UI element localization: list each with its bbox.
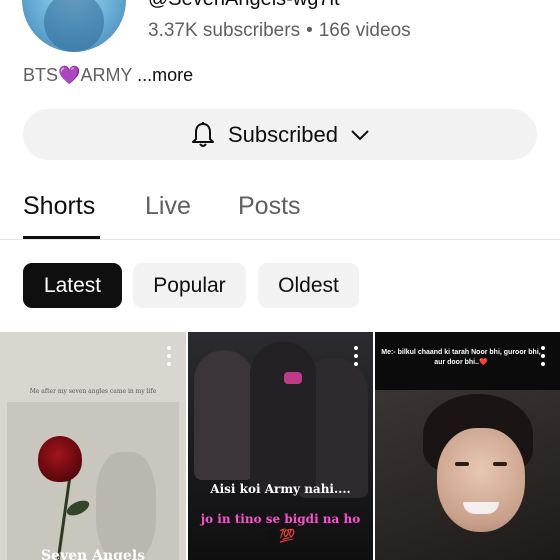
purple-heart-icon: 💜 xyxy=(58,65,81,85)
channel-description[interactable]: BTS💜ARMY ...more xyxy=(23,65,193,86)
description-prefix: BTS xyxy=(23,65,59,85)
portrait-eye-left xyxy=(455,462,469,466)
short-1-top-text: Me after my seven angles came in my life xyxy=(29,388,157,395)
subscribed-button[interactable]: Subscribed xyxy=(23,109,537,160)
more-options-icon[interactable] xyxy=(166,346,172,366)
chip-latest[interactable]: Latest xyxy=(23,263,122,308)
short-3-top-text: Me:- bilkul chaand ki tarah Noor bhi, gu… xyxy=(381,349,541,366)
chip-oldest[interactable]: Oldest xyxy=(258,263,359,308)
subscriber-count: 3.37K subscribers xyxy=(148,20,301,41)
chip-popular[interactable]: Popular xyxy=(133,263,246,308)
channel-avatar[interactable] xyxy=(22,0,126,52)
portrait-face xyxy=(437,428,525,532)
short-thumbnail-3[interactable]: Me:- bilkul chaand ki tarah Noor bhi, gu… xyxy=(375,332,560,560)
more-link[interactable]: ...more xyxy=(132,65,193,85)
rose-shadow xyxy=(96,452,156,560)
tab-shorts[interactable]: Shorts xyxy=(23,192,95,221)
meta-separator: • xyxy=(306,20,313,41)
active-tab-indicator xyxy=(23,236,100,239)
performer-center xyxy=(250,342,316,492)
bell-icon xyxy=(191,121,214,147)
short-2-caption-3: 😛💯 xyxy=(265,528,296,543)
more-options-icon[interactable] xyxy=(353,346,359,366)
chevron-down-icon xyxy=(351,129,369,140)
portrait-eye-right xyxy=(493,462,507,466)
rose-image xyxy=(38,436,82,482)
channel-tabs: Shorts Live Posts xyxy=(0,184,560,240)
short-thumbnail-1[interactable]: Me after my seven angles came in my life… xyxy=(0,332,186,560)
short-1-bottom-text: Seven Angels xyxy=(40,548,146,560)
performer-left xyxy=(194,350,254,480)
tab-posts[interactable]: Posts xyxy=(238,192,301,221)
description-suffix: ARMY xyxy=(80,65,133,85)
video-count: 166 videos xyxy=(318,20,411,41)
channel-handle: @SevenAngels-wg7lt xyxy=(148,0,340,11)
pink-light xyxy=(284,372,302,384)
short-2-caption-1: Aisi koi Army nahi.... xyxy=(210,482,351,496)
more-options-icon[interactable] xyxy=(540,346,546,366)
channel-meta: 3.37K subscribers • 166 videos xyxy=(148,20,411,42)
short-2-caption-2: jo in tino se bigdi na ho xyxy=(200,512,361,526)
short-thumbnail-2[interactable]: Aisi koi Army nahi.... jo in tino se big… xyxy=(188,332,373,560)
tab-live[interactable]: Live xyxy=(145,192,191,221)
subscribed-label: Subscribed xyxy=(227,121,339,147)
